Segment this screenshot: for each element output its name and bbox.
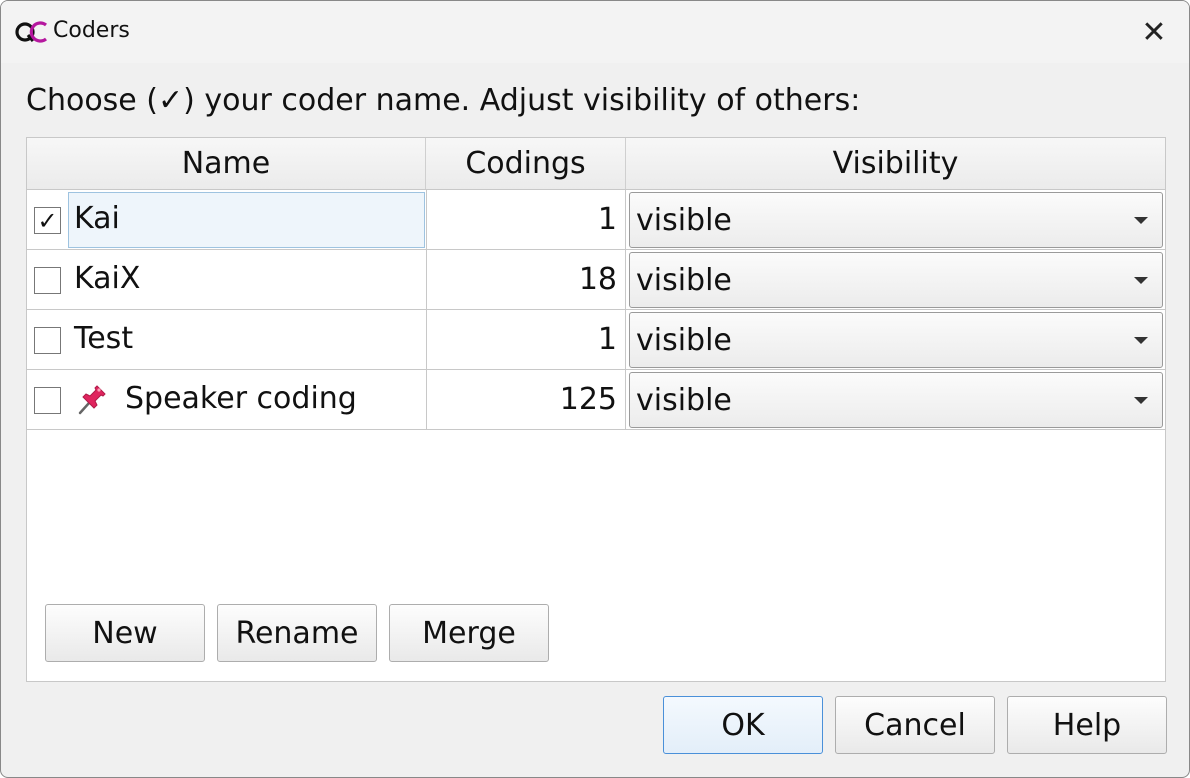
rename-coder-button[interactable]: Rename <box>217 604 377 662</box>
table-row[interactable]: Test 1 visible <box>27 310 1165 370</box>
table-row[interactable]: ✓ Kai 1 visible <box>27 190 1165 250</box>
visibility-value: visible <box>636 262 732 298</box>
new-coder-button[interactable]: New <box>45 604 205 662</box>
codings-count: 18 <box>427 250 626 309</box>
codings-count: 1 <box>427 190 626 249</box>
coders-panel: Name Codings Visibility ✓ Kai 1 visible … <box>26 137 1166 682</box>
column-header-codings[interactable]: Codings <box>426 138 626 189</box>
codings-count: 125 <box>427 370 626 429</box>
name-cell[interactable]: Test <box>27 310 427 369</box>
chevron-down-icon <box>1134 277 1148 284</box>
merge-coders-button[interactable]: Merge <box>389 604 549 662</box>
pushpin-icon <box>78 385 106 415</box>
name-cell[interactable]: ✓ Kai <box>27 190 427 249</box>
table-row[interactable]: KaiX 18 visible <box>27 250 1165 310</box>
chevron-down-icon <box>1134 217 1148 224</box>
visibility-select[interactable]: visible <box>629 192 1163 248</box>
column-header-name[interactable]: Name <box>27 138 426 189</box>
column-header-visibility[interactable]: Visibility <box>626 138 1165 189</box>
visibility-value: visible <box>636 382 732 418</box>
close-icon: ✕ <box>1141 14 1167 50</box>
coder-name: Test <box>74 321 134 356</box>
chevron-down-icon <box>1134 397 1148 404</box>
coder-name: Kai <box>74 201 120 236</box>
coder-checkbox[interactable] <box>34 387 61 414</box>
visibility-select[interactable]: visible <box>629 252 1163 308</box>
visibility-value: visible <box>636 322 732 358</box>
close-button[interactable]: ✕ <box>1119 1 1189 63</box>
chevron-down-icon <box>1134 337 1148 344</box>
qualcoder-app-icon <box>15 21 48 43</box>
coder-name: Speaker coding <box>125 381 357 416</box>
ok-button[interactable]: OK <box>663 696 823 754</box>
codings-count: 1 <box>427 310 626 369</box>
instruction-label: Choose (✓) your coder name. Adjust visib… <box>26 83 861 118</box>
title-bar: Coders ✕ <box>1 1 1189 63</box>
coder-name: KaiX <box>74 261 141 296</box>
coder-checkbox[interactable]: ✓ <box>34 207 61 234</box>
cancel-button[interactable]: Cancel <box>835 696 995 754</box>
coder-checkbox[interactable] <box>34 327 61 354</box>
name-cell[interactable]: KaiX <box>27 250 427 309</box>
table-row[interactable]: Speaker coding 125 visible <box>27 370 1165 430</box>
visibility-select[interactable]: visible <box>629 372 1163 428</box>
table-header: Name Codings Visibility <box>27 138 1165 190</box>
help-button[interactable]: Help <box>1007 696 1167 754</box>
visibility-value: visible <box>636 202 732 238</box>
window-title: Coders <box>53 18 130 43</box>
visibility-select[interactable]: visible <box>629 312 1163 368</box>
coder-checkbox[interactable] <box>34 267 61 294</box>
coders-dialog: Coders ✕ Choose (✓) your coder name. Adj… <box>0 0 1190 778</box>
name-cell[interactable]: Speaker coding <box>27 370 427 429</box>
name-cell-selection[interactable] <box>68 192 425 248</box>
